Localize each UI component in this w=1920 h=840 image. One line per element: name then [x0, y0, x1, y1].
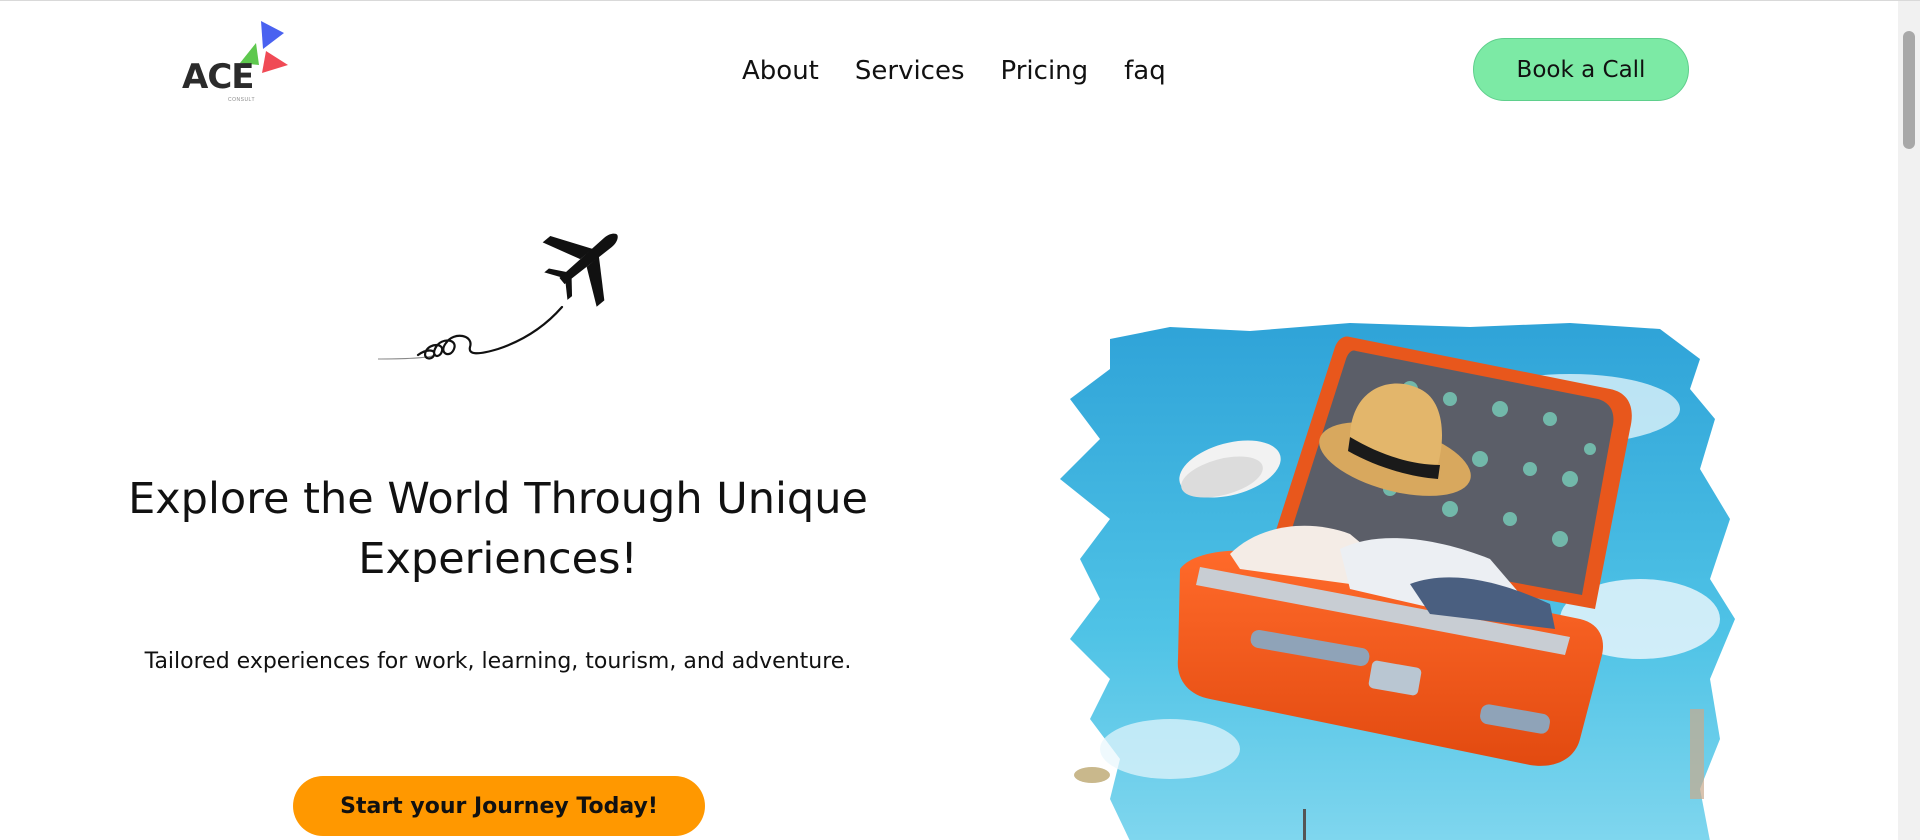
main-nav: About Services Pricing faq: [742, 53, 1202, 89]
scrollbar-thumb[interactable]: [1903, 31, 1915, 149]
brand-tagline: CONSULT: [228, 97, 256, 103]
hero-subtitle: Tailored experiences for work, learning,…: [144, 649, 852, 674]
nav-services[interactable]: Services: [855, 53, 965, 89]
book-call-button[interactable]: Book a Call: [1473, 38, 1689, 101]
page-scrollbar[interactable]: [1898, 1, 1920, 840]
nav-pricing[interactable]: Pricing: [1001, 53, 1089, 89]
brand-logo[interactable]: ACE CONSULT: [178, 19, 293, 109]
airplane-icon: [378, 233, 618, 360]
nav-faq[interactable]: faq: [1124, 53, 1166, 89]
page: ACE CONSULT About Services Pricing faq B…: [0, 0, 1920, 840]
brand-name: ACE: [182, 57, 254, 97]
nav-about[interactable]: About: [742, 53, 819, 89]
start-journey-button[interactable]: Start your Journey Today!: [293, 776, 705, 836]
hero-title: Explore the World Through Unique Experie…: [128, 474, 868, 584]
hero-suitcase-image: [1060, 323, 1735, 840]
